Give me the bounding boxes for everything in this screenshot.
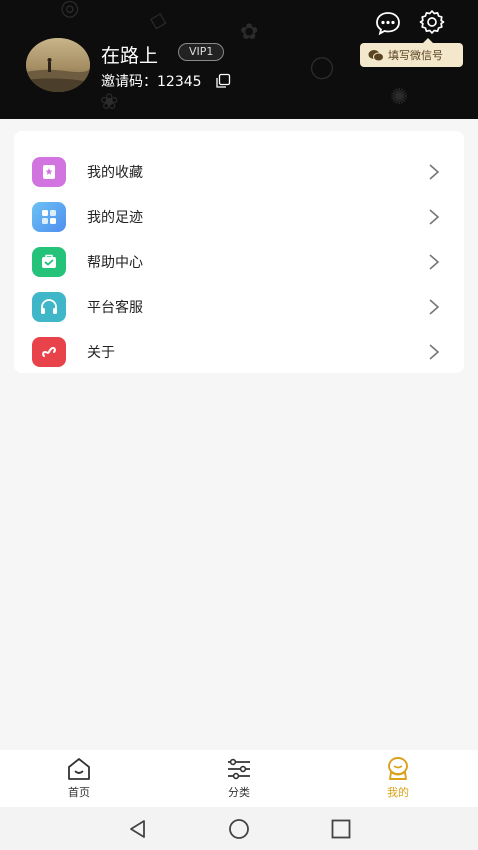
menu-card: 我的收藏 我的足迹 帮助中心 平台客服 关于: [14, 131, 464, 373]
filter-icon: [228, 758, 250, 780]
tab-label: 我的: [387, 786, 409, 799]
bottom-nav: 首页 分类 我的: [0, 750, 478, 807]
tab-label: 分类: [228, 786, 250, 799]
menu-item-help-center[interactable]: 帮助中心: [14, 240, 464, 284]
link-icon: [32, 337, 66, 367]
profile-icon: [388, 757, 408, 780]
tab-category[interactable]: 分类: [209, 756, 269, 804]
bookmark-icon: [32, 157, 66, 187]
background-doodle: ❀: [100, 90, 119, 115]
tab-label: 首页: [68, 786, 90, 799]
menu-item-footprints[interactable]: 我的足迹: [14, 195, 464, 239]
vip-badge: VIP1: [178, 43, 225, 61]
avatar[interactable]: [26, 38, 90, 92]
chevron-right-icon: [429, 344, 440, 360]
chevron-right-icon: [429, 299, 440, 315]
menu-item-favorites[interactable]: 我的收藏: [14, 150, 464, 194]
background-doodle: ✿: [240, 20, 259, 45]
fill-wechat-label: 填写微信号: [388, 49, 443, 62]
menu-item-label: 关于: [87, 345, 115, 361]
tab-home[interactable]: 首页: [49, 756, 109, 804]
back-icon[interactable]: [126, 817, 150, 841]
help-icon: [32, 247, 66, 277]
copy-icon[interactable]: [215, 73, 231, 89]
profile-header: ◎ ◇ ✿ ◯ ✺ ❀ 在路上 VIP1 邀请码：12345 填写微信号: [0, 0, 478, 119]
background-doodle: ✺: [390, 85, 409, 110]
menu-item-label: 我的足迹: [87, 210, 143, 226]
chevron-right-icon: [429, 209, 440, 225]
system-nav-bar: [0, 807, 478, 850]
fill-wechat-button[interactable]: 填写微信号: [360, 38, 463, 67]
headset-icon: [32, 292, 66, 322]
wechat-icon: [368, 49, 384, 61]
chevron-right-icon: [429, 254, 440, 270]
tab-profile[interactable]: 我的: [368, 756, 428, 804]
background-doodle: ◯: [306, 51, 339, 84]
background-doodle: ◇: [147, 6, 170, 35]
recent-apps-icon[interactable]: [329, 817, 353, 841]
menu-item-about[interactable]: 关于: [14, 330, 464, 374]
menu-item-label: 我的收藏: [87, 165, 143, 181]
menu-item-label: 帮助中心: [87, 255, 143, 271]
grid-icon: [32, 202, 66, 232]
username: 在路上: [101, 45, 159, 67]
home-circle-icon[interactable]: [227, 817, 251, 841]
invite-code-text: 邀请码：12345: [101, 74, 202, 90]
message-icon[interactable]: [374, 9, 402, 37]
invite-code-row: 邀请码：12345: [101, 71, 231, 91]
gear-icon[interactable]: [418, 8, 446, 36]
menu-item-customer-service[interactable]: 平台客服: [14, 285, 464, 329]
menu-item-label: 平台客服: [87, 300, 143, 316]
background-doodle: ◎: [56, 0, 83, 24]
home-icon: [68, 758, 90, 780]
avatar-image: [26, 38, 90, 92]
chevron-right-icon: [429, 164, 440, 180]
